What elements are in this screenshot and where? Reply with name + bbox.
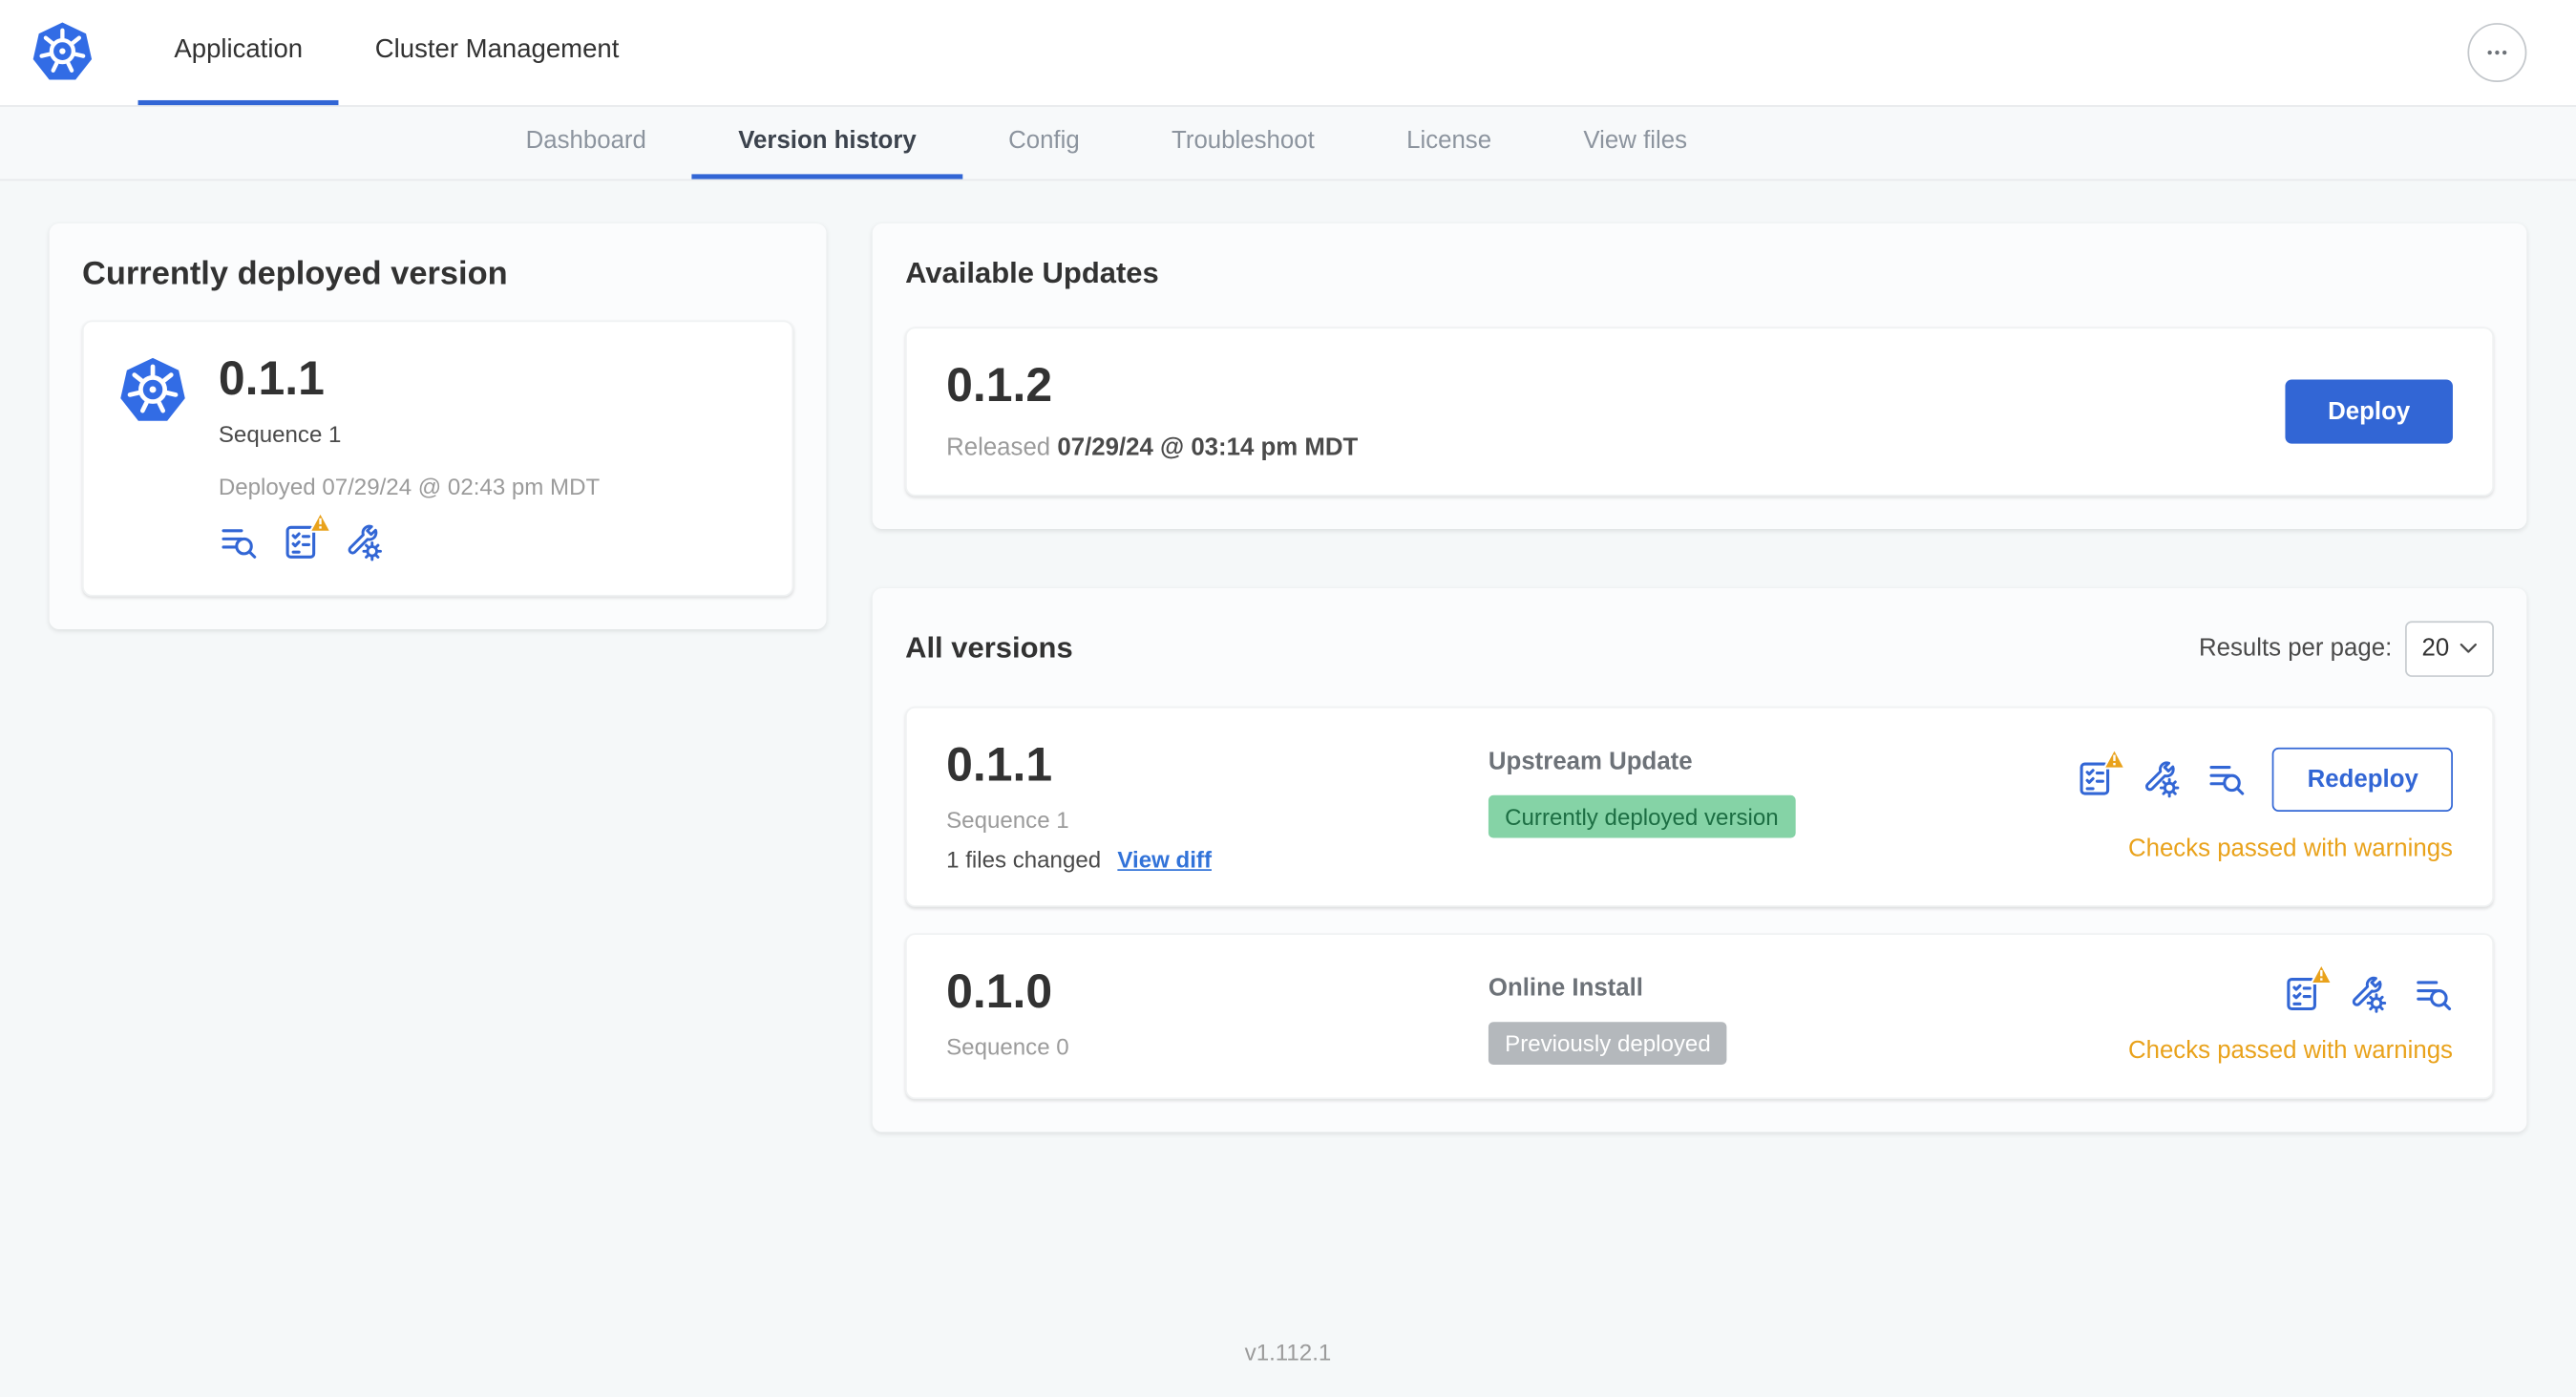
subnav-tab-version-history-label: Version history — [738, 126, 917, 155]
overflow-menu-button[interactable] — [2467, 23, 2527, 83]
release-notes-icon[interactable] — [2207, 760, 2247, 799]
config-icon[interactable] — [2348, 974, 2387, 1013]
subnav-tab-config-label: Config — [1008, 126, 1080, 155]
release-notes-icon[interactable] — [219, 522, 258, 561]
release-notes-icon[interactable] — [2414, 974, 2453, 1013]
subnav-tab-license-label: License — [1406, 126, 1492, 155]
version-row: 0.1.0 Sequence 0 Online Install Previous… — [905, 932, 2494, 1099]
row-source-label: Online Install — [1488, 973, 1643, 1003]
files-changed-label: 1 files changed — [946, 845, 1102, 873]
currently-deployed-card: Currently deployed version 0.1.1 Sequenc… — [49, 223, 827, 629]
checks-status-text: Checks passed with warnings — [2127, 834, 2453, 863]
version-row: 0.1.1 Sequence 1 1 files changed View di… — [905, 706, 2494, 907]
released-label: Released — [946, 434, 1051, 462]
console-version-footer: v1.112.1 — [1244, 1339, 1332, 1365]
warning-triangle-icon — [308, 511, 332, 533]
chevron-down-icon — [2460, 644, 2477, 654]
deployed-version-number: 0.1.1 — [218, 352, 325, 407]
tab-cluster-management-label: Cluster Management — [374, 34, 620, 64]
deploy-button[interactable]: Deploy — [2285, 379, 2453, 444]
config-icon[interactable] — [2142, 760, 2181, 799]
config-icon[interactable] — [344, 522, 383, 561]
subnav-tab-view-files-label: View files — [1583, 126, 1687, 155]
tab-application-label: Application — [174, 34, 304, 64]
deployed-timestamp: Deployed 07/29/24 @ 02:43 pm MDT — [218, 473, 601, 499]
row-sequence: Sequence 1 — [946, 806, 1069, 833]
kubernetes-logo-icon — [27, 20, 99, 86]
all-versions-title: All versions — [905, 631, 1073, 665]
row-version-number: 0.1.1 — [946, 739, 1053, 793]
tab-application[interactable]: Application — [137, 0, 339, 106]
subnav-tab-troubleshoot[interactable]: Troubleshoot — [1126, 107, 1361, 180]
available-updates-card: Available Updates 0.1.2 Released 07/29/2… — [872, 223, 2527, 529]
subnav-tab-version-history[interactable]: Version history — [692, 107, 962, 180]
all-versions-card: All versions Results per page: 20 0.1.1 … — [872, 587, 2527, 1132]
right-column: Available Updates 0.1.2 Released 07/29/2… — [872, 223, 2527, 1132]
previously-deployed-badge: Previously deployed — [1488, 1021, 1727, 1065]
update-version-number: 0.1.2 — [946, 359, 1053, 413]
row-source-label: Upstream Update — [1488, 747, 1693, 775]
preflight-checks-warning-icon[interactable] — [281, 511, 332, 561]
subnav-tab-license[interactable]: License — [1361, 107, 1537, 180]
currently-deployed-title: Currently deployed version — [82, 256, 508, 293]
released-date: 07/29/24 @ 03:14 pm MDT — [1057, 434, 1359, 462]
warning-triangle-icon — [2103, 749, 2127, 771]
update-released-line: Released 07/29/24 @ 03:14 pm MDT — [946, 434, 1358, 461]
update-tile: 0.1.2 Released 07/29/24 @ 03:14 pm MDT D… — [905, 327, 2494, 497]
subnav-tab-troubleshoot-label: Troubleshoot — [1172, 126, 1315, 155]
app-subnav: Dashboard Version history Config Trouble… — [0, 105, 2576, 181]
top-bar: Application Cluster Management — [0, 0, 2576, 106]
results-per-page-select[interactable]: 20 — [2405, 621, 2494, 677]
tab-cluster-management[interactable]: Cluster Management — [339, 0, 655, 105]
subnav-tab-dashboard-label: Dashboard — [525, 126, 646, 155]
redeploy-button[interactable]: Redeploy — [2272, 747, 2453, 812]
admin-console-page: Application Cluster Management Dashboard… — [0, 0, 2576, 1397]
warning-triangle-icon — [2310, 963, 2333, 984]
row-sequence: Sequence 0 — [946, 1032, 1069, 1060]
subnav-tab-config[interactable]: Config — [962, 107, 1126, 180]
ellipsis-icon — [2487, 50, 2507, 55]
view-diff-link[interactable]: View diff — [1117, 846, 1212, 873]
preflight-checks-warning-icon[interactable] — [2282, 963, 2333, 1013]
checks-status-text: Checks passed with warnings — [2127, 1036, 2453, 1065]
kubernetes-logo-icon — [116, 355, 189, 428]
currently-deployed-badge: Currently deployed version — [1488, 794, 1795, 838]
deployed-sequence: Sequence 1 — [218, 420, 342, 447]
main-content: Currently deployed version 0.1.1 Sequenc… — [0, 180, 2576, 1132]
available-updates-title: Available Updates — [905, 256, 1159, 289]
row-version-number: 0.1.0 — [946, 965, 1053, 1019]
deployed-version-tile: 0.1.1 Sequence 1 Deployed 07/29/24 @ 02:… — [82, 320, 794, 597]
preflight-checks-warning-icon[interactable] — [2076, 749, 2127, 799]
results-per-page-label: Results per page: — [2198, 634, 2393, 664]
subnav-tab-dashboard[interactable]: Dashboard — [479, 107, 692, 180]
subnav-tab-view-files[interactable]: View files — [1537, 107, 1733, 180]
results-per-page-value: 20 — [2421, 634, 2450, 664]
